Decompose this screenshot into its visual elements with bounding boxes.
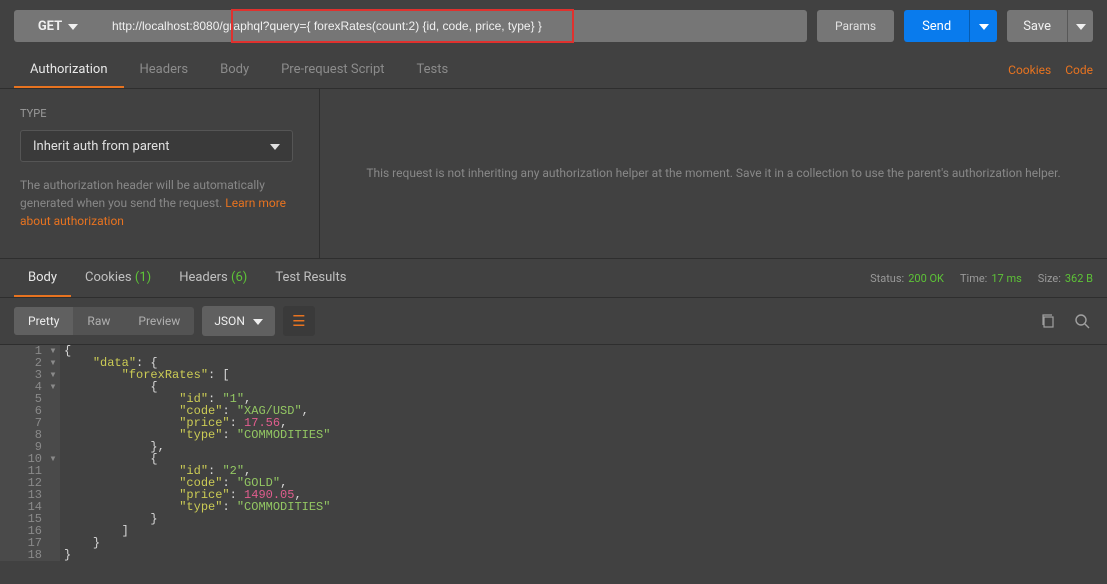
code-line: 8 "type": "COMMODITIES"	[0, 429, 1107, 441]
copy-icon	[1040, 313, 1056, 329]
format-select[interactable]: JSON	[202, 306, 275, 336]
code-line: 16 ]	[0, 525, 1107, 537]
response-tab-test-results[interactable]: Test Results	[261, 259, 360, 297]
send-dropdown-button[interactable]	[969, 10, 997, 42]
chevron-down-icon	[68, 19, 78, 34]
auth-type-label: TYPE	[20, 107, 299, 120]
format-label: JSON	[214, 314, 245, 328]
headers-count-badge: (6)	[231, 270, 247, 285]
response-body-viewer[interactable]: 1▾{2▾ "data": {3▾ "forexRates": [4▾ {5 "…	[0, 344, 1107, 561]
line-wrap-button[interactable]: ☰	[283, 306, 315, 336]
response-tab-cookies-label: Cookies	[85, 270, 132, 285]
response-tab-headers-label: Headers	[179, 270, 228, 285]
tab-prerequest[interactable]: Pre-request Script	[265, 52, 400, 88]
response-tab-cookies[interactable]: Cookies (1)	[71, 259, 165, 297]
auth-type-value: Inherit auth from parent	[33, 139, 170, 154]
tab-tests[interactable]: Tests	[401, 52, 465, 88]
code-line: 15 }	[0, 513, 1107, 525]
chevron-down-icon	[979, 19, 989, 34]
auth-inherit-message: This request is not inheriting any autho…	[320, 89, 1107, 258]
line-number: 18	[0, 549, 48, 561]
fold-gutter[interactable]	[48, 549, 60, 561]
status-meta: Status:200 OK	[870, 272, 944, 285]
chevron-down-icon	[270, 139, 280, 154]
http-method-label: GET	[38, 19, 62, 34]
chevron-down-icon	[1076, 19, 1086, 34]
code-line: 1▾{	[0, 345, 1107, 357]
time-meta: Time:17 ms	[960, 272, 1022, 285]
tab-body[interactable]: Body	[204, 52, 265, 88]
auth-type-select[interactable]: Inherit auth from parent	[20, 130, 293, 162]
save-dropdown-button[interactable]	[1067, 10, 1093, 42]
params-button[interactable]: Params	[817, 10, 894, 42]
save-button[interactable]: Save	[1007, 10, 1067, 42]
search-icon	[1074, 313, 1090, 329]
view-raw-button[interactable]: Raw	[73, 307, 124, 335]
response-tab-body[interactable]: Body	[14, 259, 71, 297]
send-button[interactable]: Send	[904, 10, 969, 42]
search-button[interactable]	[1071, 310, 1093, 332]
code-line: 17 }	[0, 537, 1107, 549]
view-pretty-button[interactable]: Pretty	[14, 307, 73, 335]
tab-authorization[interactable]: Authorization	[14, 52, 124, 88]
cookies-count-badge: (1)	[135, 270, 151, 285]
url-input-wrap	[102, 10, 807, 42]
view-preview-button[interactable]: Preview	[124, 307, 194, 335]
code-line: 14 "type": "COMMODITIES"	[0, 501, 1107, 513]
tab-headers[interactable]: Headers	[124, 52, 205, 88]
url-input[interactable]	[102, 10, 807, 42]
response-tab-headers[interactable]: Headers (6)	[165, 259, 261, 297]
cookies-link[interactable]: Cookies	[1008, 63, 1051, 77]
code-line: 9 },	[0, 441, 1107, 453]
view-mode-group: Pretty Raw Preview	[14, 307, 194, 335]
chevron-down-icon	[253, 314, 263, 328]
copy-button[interactable]	[1037, 310, 1059, 332]
size-meta: Size:362 B	[1038, 272, 1093, 285]
code-link[interactable]: Code	[1065, 63, 1093, 77]
code-line: 3▾ "forexRates": [	[0, 369, 1107, 381]
http-method-select[interactable]: GET	[14, 10, 102, 42]
auth-description: The authorization header will be automat…	[20, 176, 299, 230]
code-line: 18 }	[0, 549, 1107, 561]
line-wrap-icon: ☰	[292, 312, 305, 330]
